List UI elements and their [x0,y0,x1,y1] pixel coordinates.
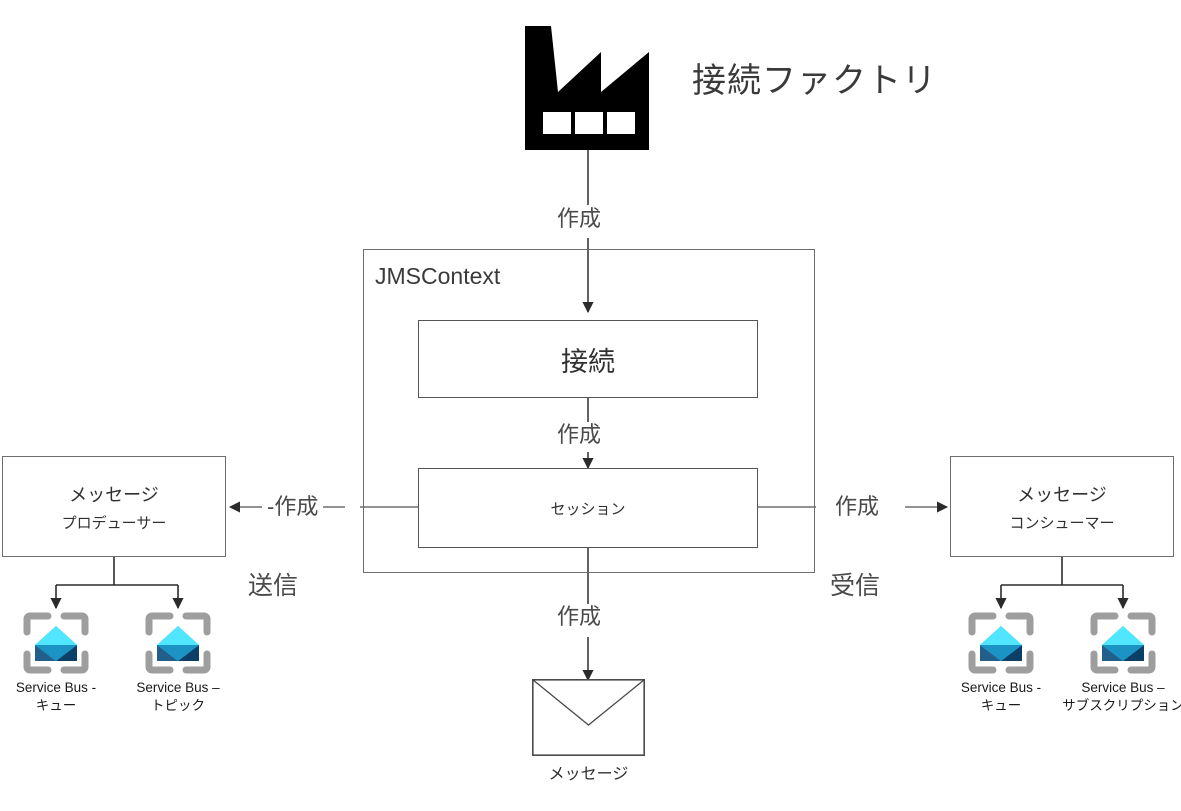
edge-producer-to-targets [50,557,184,610]
edge-label-consumer-create: 作成 [830,494,885,520]
edge-consumer-to-targets [995,557,1129,610]
message-consumer-title: メッセージ [1017,484,1107,505]
consumer-target-queue-line1: Service Bus - [960,680,1042,695]
producer-target-topic-line1: Service Bus – [136,680,220,695]
consumer-target-subscription-line1: Service Bus – [1081,680,1165,695]
edge-label-receive: 受信 [825,572,886,601]
producer-target-topic-caption: Service Bus – トピック [136,679,219,715]
diagram-canvas: 接続ファクトリ JMSContext 接続 セッション 作成 作成 -作成 作成… [0,0,1181,811]
producer-target-queue[interactable]: Service Bus - キュー [0,612,116,715]
consumer-target-queue[interactable]: Service Bus - キュー [941,612,1061,715]
service-bus-icon [1090,612,1156,674]
edge-label-message-create: 作成 [552,604,607,630]
edge-label-producer-create: -作成 [262,494,324,520]
jmscontext-label: JMSContext [375,263,501,289]
service-bus-icon [23,612,89,674]
message-consumer-subtitle: コンシューマー [1009,514,1115,532]
consumer-target-subscription-caption: Service Bus – サブスクリプション [1062,679,1181,715]
producer-target-queue-line2: キュー [35,698,77,714]
edge-label-factory-create: 作成 [552,206,607,232]
consumer-target-queue-line2: キュー [980,698,1022,714]
message-label: メッセージ [548,766,629,783]
session-label: セッション [550,500,626,518]
consumer-target-subscription[interactable]: Service Bus – サブスクリプション [1062,612,1181,715]
message-consumer-node[interactable]: メッセージ コンシューマー [950,456,1174,557]
producer-target-queue-caption: Service Bus - キュー [16,679,96,715]
connection-node[interactable]: 接続 [418,320,758,398]
session-node[interactable]: セッション [418,468,758,548]
producer-target-topic-line2: トピック [150,698,205,714]
consumer-target-queue-caption: Service Bus - キュー [961,679,1041,715]
connection-label: 接続 [561,346,615,377]
message-producer-node[interactable]: メッセージ プロデューサー [2,456,226,557]
service-bus-icon [968,612,1034,674]
envelope-icon[interactable] [532,679,645,756]
service-bus-icon [145,612,211,674]
edge-label-send: 送信 [243,572,304,601]
page-title: 接続ファクトリ [692,62,937,100]
factory-icon [525,26,649,150]
message-producer-title: メッセージ [69,484,159,505]
producer-target-topic[interactable]: Service Bus – トピック [118,612,238,715]
consumer-target-subscription-line2: サブスクリプション [1062,698,1181,714]
edge-label-connection-create: 作成 [552,422,607,448]
producer-target-queue-line1: Service Bus - [15,680,97,695]
message-producer-subtitle: プロデューサー [61,514,167,532]
